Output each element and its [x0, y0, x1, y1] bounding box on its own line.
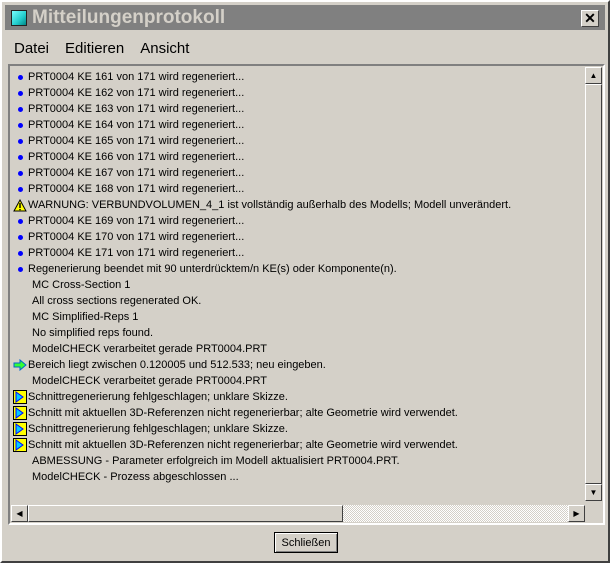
menu-bar: Datei Editieren Ansicht: [6, 35, 197, 61]
blank-icon: [12, 310, 32, 324]
message-row: PRT0004 KE 166 von 171 wird regeneriert.…: [12, 149, 584, 165]
message-row: Schnittregenerierung fehlgeschlagen; unk…: [12, 421, 584, 437]
blank-icon: [12, 294, 32, 308]
warning-icon: [12, 198, 28, 212]
horizontal-scrollbar[interactable]: ◀ ▶: [11, 505, 585, 522]
message-row: PRT0004 KE 171 von 171 wird regeneriert.…: [12, 245, 584, 261]
message-row: All cross sections regenerated OK.: [12, 293, 584, 309]
info-icon: [12, 102, 28, 116]
message-row: PRT0004 KE 161 von 171 wird regeneriert.…: [12, 69, 584, 85]
message-text: MC Simplified-Reps 1: [32, 311, 139, 323]
blank-icon: [12, 278, 32, 292]
info-icon: [12, 214, 28, 228]
message-row: ABMESSUNG - Parameter erfolgreich im Mod…: [12, 453, 584, 469]
scroll-down-icon[interactable]: ▼: [585, 484, 602, 501]
message-text: Schnitt mit aktuellen 3D-Referenzen nich…: [28, 407, 458, 419]
message-row: PRT0004 KE 164 von 171 wird regeneriert.…: [12, 117, 584, 133]
window-title: Mitteilungenprotokoll: [32, 6, 226, 28]
message-row: PRT0004 KE 165 von 171 wird regeneriert.…: [12, 133, 584, 149]
message-row: PRT0004 KE 168 von 171 wird regeneriert.…: [12, 181, 584, 197]
blank-icon: [12, 326, 32, 340]
info-icon: [12, 230, 28, 244]
message-row: ModelCHECK verarbeitet gerade PRT0004.PR…: [12, 341, 584, 357]
sketch-icon: [12, 422, 28, 436]
message-row: PRT0004 KE 163 von 171 wird regeneriert.…: [12, 101, 584, 117]
info-icon: [12, 70, 28, 84]
message-row: WARNUNG: VERBUNDVOLUMEN_4_1 ist vollstän…: [12, 197, 584, 213]
message-text: PRT0004 KE 170 von 171 wird regeneriert.…: [28, 231, 245, 243]
message-text: Bereich liegt zwischen 0.120005 und 512.…: [28, 359, 326, 371]
menu-ansicht[interactable]: Ansicht: [132, 40, 197, 57]
horizontal-scroll-thumb[interactable]: [28, 505, 343, 522]
vertical-scrollbar[interactable]: ▲ ▼: [585, 67, 602, 501]
info-icon: [12, 262, 28, 276]
message-text: Schnittregenerierung fehlgeschlagen; unk…: [28, 391, 288, 403]
info-icon: [12, 134, 28, 148]
message-rows: PRT0004 KE 161 von 171 wird regeneriert.…: [12, 69, 584, 503]
message-list: PRT0004 KE 161 von 171 wird regeneriert.…: [8, 64, 605, 525]
info-icon: [12, 150, 28, 164]
message-text: PRT0004 KE 164 von 171 wird regeneriert.…: [28, 119, 245, 131]
message-text: MC Cross-Section 1: [32, 279, 131, 291]
info-icon: [12, 118, 28, 132]
message-text: PRT0004 KE 161 von 171 wird regeneriert.…: [28, 71, 245, 83]
message-text: WARNUNG: VERBUNDVOLUMEN_4_1 ist vollstän…: [28, 199, 512, 211]
prompt-icon: [12, 358, 28, 372]
message-row: PRT0004 KE 170 von 171 wird regeneriert.…: [12, 229, 584, 245]
message-text: Schnittregenerierung fehlgeschlagen; unk…: [28, 423, 288, 435]
sketch-icon: [12, 406, 28, 420]
message-row: Bereich liegt zwischen 0.120005 und 512.…: [12, 357, 584, 373]
message-row: Schnitt mit aktuellen 3D-Referenzen nich…: [12, 405, 584, 421]
title-bar[interactable]: Mitteilungenprotokoll ✕: [5, 5, 605, 30]
message-text: ModelCHECK verarbeitet gerade PRT0004.PR…: [32, 375, 267, 387]
message-row: MC Cross-Section 1: [12, 277, 584, 293]
sketch-icon: [12, 390, 28, 404]
scroll-right-icon[interactable]: ▶: [568, 505, 585, 522]
message-row: Schnittregenerierung fehlgeschlagen; unk…: [12, 389, 584, 405]
message-text: PRT0004 KE 171 von 171 wird regeneriert.…: [28, 247, 245, 259]
info-icon: [12, 182, 28, 196]
blank-icon: [12, 374, 32, 388]
message-text: Schnitt mit aktuellen 3D-Referenzen nich…: [28, 439, 458, 451]
message-row: No simplified reps found.: [12, 325, 584, 341]
blank-icon: [12, 470, 32, 484]
menu-editieren[interactable]: Editieren: [57, 40, 132, 57]
message-text: PRT0004 KE 165 von 171 wird regeneriert.…: [28, 135, 245, 147]
message-log-window: Mitteilungenprotokoll ✕ Datei Editieren …: [0, 0, 610, 563]
blank-icon: [12, 454, 32, 468]
close-icon[interactable]: ✕: [581, 10, 599, 27]
message-text: ABMESSUNG - Parameter erfolgreich im Mod…: [32, 455, 400, 467]
close-button[interactable]: Schließen: [274, 532, 338, 553]
message-text: No simplified reps found.: [32, 327, 154, 339]
message-text: ModelCHECK verarbeitet gerade PRT0004.PR…: [32, 343, 267, 355]
blank-icon: [12, 342, 32, 356]
message-row: Regenerierung beendet mit 90 unterdrückt…: [12, 261, 584, 277]
vertical-scroll-thumb[interactable]: [585, 84, 602, 484]
message-text: All cross sections regenerated OK.: [32, 295, 202, 307]
message-row: ModelCHECK - Prozess abgeschlossen ...: [12, 469, 584, 485]
info-icon: [12, 166, 28, 180]
info-icon: [12, 246, 28, 260]
message-row: ModelCHECK verarbeitet gerade PRT0004.PR…: [12, 373, 584, 389]
scroll-up-icon[interactable]: ▲: [585, 67, 602, 84]
message-text: PRT0004 KE 167 von 171 wird regeneriert.…: [28, 167, 245, 179]
message-row: PRT0004 KE 162 von 171 wird regeneriert.…: [12, 85, 584, 101]
message-row: Schnitt mit aktuellen 3D-Referenzen nich…: [12, 437, 584, 453]
message-text: ModelCHECK - Prozess abgeschlossen ...: [32, 471, 239, 483]
message-text: Regenerierung beendet mit 90 unterdrückt…: [28, 263, 397, 275]
message-text: PRT0004 KE 162 von 171 wird regeneriert.…: [28, 87, 245, 99]
sketch-icon: [12, 438, 28, 452]
message-text: PRT0004 KE 169 von 171 wird regeneriert.…: [28, 215, 245, 227]
scroll-left-icon[interactable]: ◀: [11, 505, 28, 522]
info-icon: [12, 86, 28, 100]
message-text: PRT0004 KE 163 von 171 wird regeneriert.…: [28, 103, 245, 115]
message-text: PRT0004 KE 168 von 171 wird regeneriert.…: [28, 183, 245, 195]
message-row: PRT0004 KE 169 von 171 wird regeneriert.…: [12, 213, 584, 229]
app-icon: [11, 9, 27, 26]
message-row: PRT0004 KE 167 von 171 wird regeneriert.…: [12, 165, 584, 181]
message-text: PRT0004 KE 166 von 171 wird regeneriert.…: [28, 151, 245, 163]
message-row: MC Simplified-Reps 1: [12, 309, 584, 325]
menu-datei[interactable]: Datei: [6, 40, 57, 57]
